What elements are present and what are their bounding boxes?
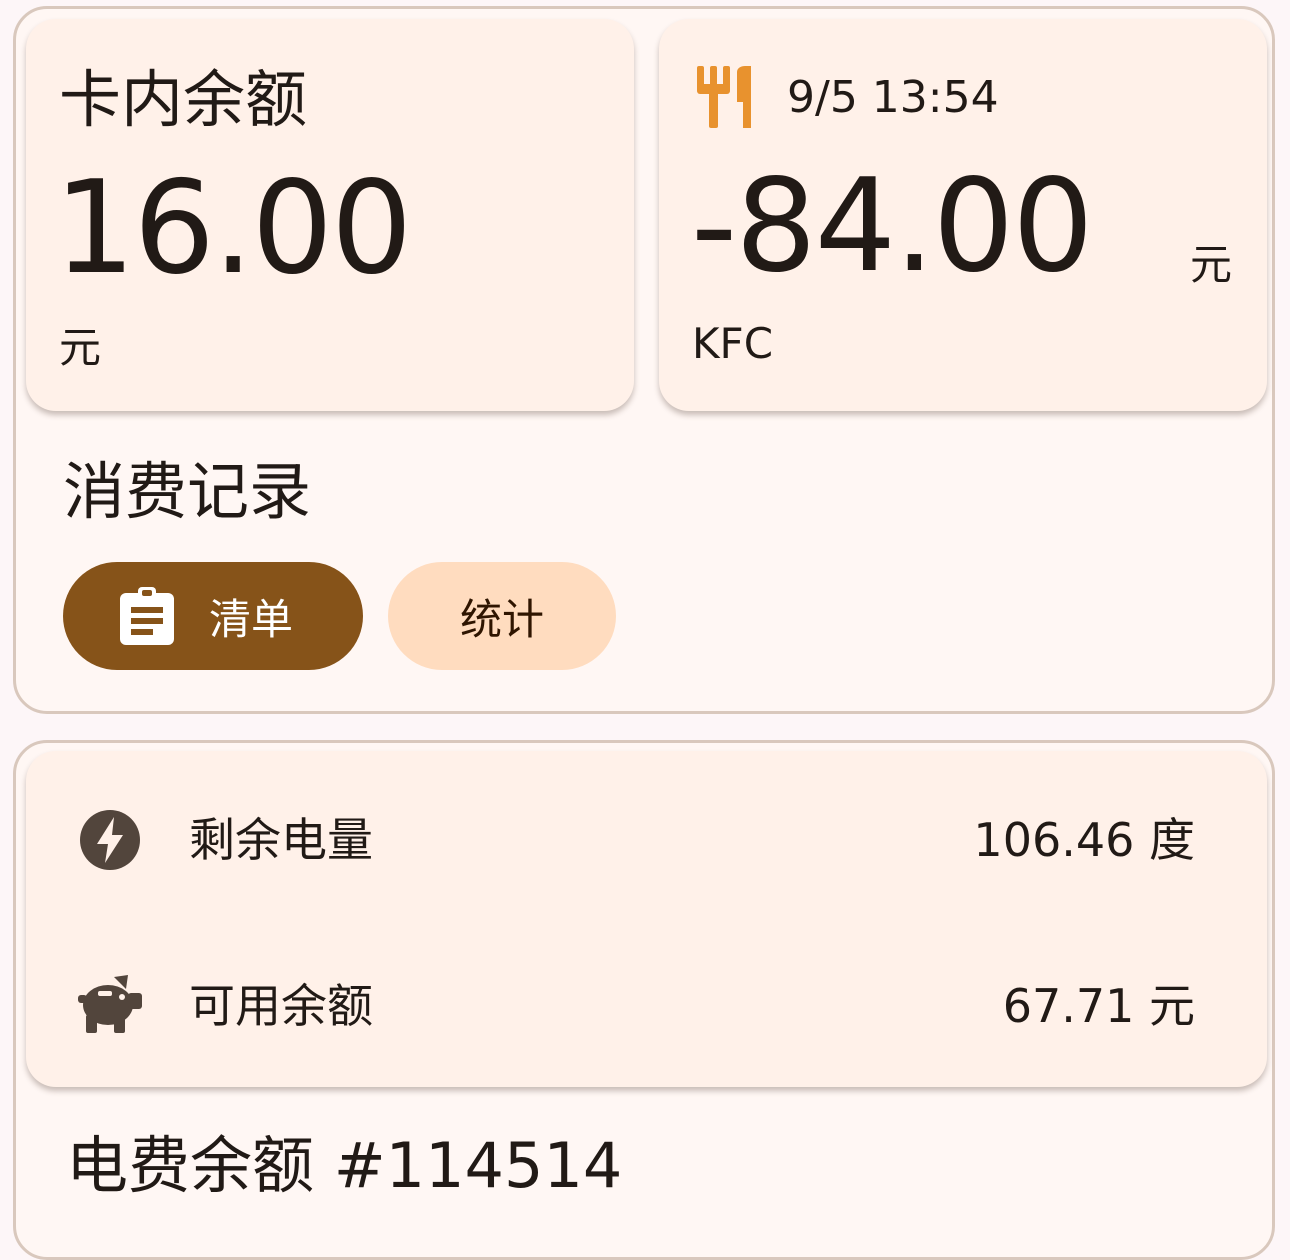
remaining-power-value: 106.46 度	[973, 813, 1195, 867]
card-balance-card[interactable]: 卡内余额 16.00 元	[26, 19, 634, 411]
transaction-amount: -84.00	[691, 152, 1094, 301]
electricity-panel: 剩余电量 106.46 度 可用余额 67.71 元 电费余额 #114514	[13, 740, 1275, 1260]
electricity-summary-card[interactable]: 剩余电量 106.46 度 可用余额 67.71 元	[26, 751, 1267, 1087]
last-transaction-card[interactable]: 9/5 13:54 -84.00 元 KFC	[659, 19, 1267, 411]
clipboard-icon	[119, 587, 175, 645]
transaction-time: 9/5 13:54	[787, 72, 999, 123]
remaining-power-label: 剩余电量	[189, 813, 373, 867]
list-button[interactable]: 清单	[63, 562, 363, 670]
campus-card-panel: 卡内余额 16.00 元 9/5 13:54 -84.00 元 KFC 消费记录	[13, 6, 1275, 714]
electricity-balance-title: 电费余额 #114514	[66, 1129, 623, 1202]
stats-button-label: 统计	[459, 594, 544, 644]
restaurant-icon	[697, 66, 755, 128]
card-balance-amount: 16.00	[54, 154, 412, 303]
piggy-bank-icon	[78, 973, 142, 1033]
transaction-merchant: KFC	[692, 319, 774, 368]
transaction-unit: 元	[1190, 240, 1233, 289]
card-balance-unit: 元	[59, 323, 102, 372]
consumption-records-title: 消费记录	[63, 455, 312, 528]
available-balance-value: 67.71 元	[1002, 979, 1195, 1033]
card-balance-label: 卡内余额	[59, 63, 308, 136]
available-balance-label: 可用余额	[189, 979, 373, 1033]
stats-button[interactable]: 统计	[388, 562, 616, 670]
list-button-label: 清单	[209, 594, 294, 644]
bolt-icon	[79, 809, 141, 871]
